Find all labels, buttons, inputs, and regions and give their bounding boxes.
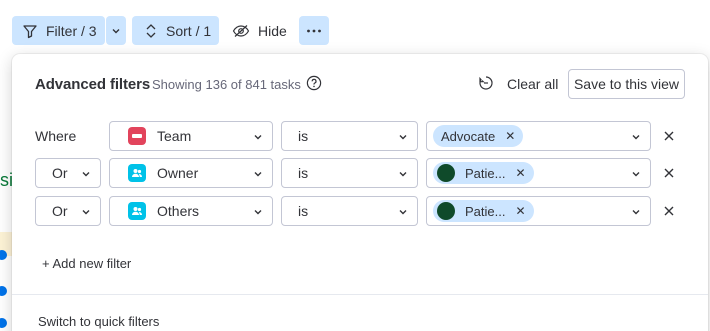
value-chip-label: Advocate <box>441 128 496 144</box>
chevron-down-icon <box>254 135 262 140</box>
task-count-text: Showing 136 of 841 tasks <box>152 77 301 92</box>
condition-select-value: Or <box>52 203 68 219</box>
clear-filter-icon[interactable] <box>478 75 494 91</box>
filter-row: Or Owner is Patie... ✕ <box>12 158 708 188</box>
more-options-button[interactable] <box>299 16 329 45</box>
value-chip-label: Patie... <box>465 165 506 181</box>
people-column-icon <box>128 164 146 182</box>
operator-select-value: is <box>298 203 309 219</box>
value-select[interactable]: Patie... ✕ <box>426 196 651 226</box>
operator-select[interactable]: is <box>281 121 418 151</box>
chevron-down-icon <box>110 25 122 37</box>
column-select-value: Owner <box>157 165 199 181</box>
avatar <box>437 202 455 220</box>
remove-filter-icon[interactable] <box>661 165 677 181</box>
people-column-icon <box>128 202 146 220</box>
help-icon[interactable] <box>306 75 322 91</box>
chevron-down-icon <box>254 210 262 215</box>
chevron-down-icon <box>632 210 640 215</box>
operator-select[interactable]: is <box>281 196 418 226</box>
filter-row: Or Others is Patie... ✕ <box>12 196 708 226</box>
value-chip-label: Patie... <box>465 203 506 219</box>
condition-select[interactable]: Or <box>35 158 101 188</box>
switch-quick-filters-link[interactable]: Switch to quick filters <box>38 314 159 329</box>
column-select[interactable]: Team <box>109 121 273 151</box>
value-chip: Advocate ✕ <box>433 125 524 147</box>
column-select[interactable]: Owner <box>109 158 273 188</box>
remove-filter-icon[interactable] <box>661 128 677 144</box>
chevron-down-icon <box>82 172 90 177</box>
filter-condition-label: Where <box>35 128 77 144</box>
board-toolbar: Filter / 3 Sort / 1 Hide <box>0 0 710 50</box>
column-select-value: Team <box>157 128 192 144</box>
board-background-icon <box>0 248 12 260</box>
remove-value-icon[interactable]: ✕ <box>515 204 525 218</box>
filter-label: Filter / 3 <box>46 22 97 39</box>
clear-all-button[interactable]: Clear all <box>507 76 558 92</box>
value-select[interactable]: Advocate ✕ <box>426 121 651 151</box>
operator-select-value: is <box>298 128 309 144</box>
advanced-filters-panel: Advanced filters Showing 136 of 841 task… <box>12 54 708 331</box>
remove-filter-icon[interactable] <box>661 203 677 219</box>
hide-label: Hide <box>258 22 287 39</box>
sort-icon <box>144 23 158 39</box>
eye-off-icon <box>232 24 250 38</box>
column-select[interactable]: Others <box>109 196 273 226</box>
remove-value-icon[interactable]: ✕ <box>515 166 525 180</box>
condition-select[interactable]: Or <box>35 196 101 226</box>
panel-title: Advanced filters <box>35 76 151 93</box>
add-new-filter-button[interactable]: + Add new filter <box>42 256 131 271</box>
condition-select-value: Or <box>52 165 68 181</box>
divider <box>12 294 708 295</box>
filter-dropdown-button[interactable] <box>106 16 126 45</box>
filter-icon <box>22 23 38 39</box>
operator-select-value: is <box>298 165 309 181</box>
chevron-down-icon <box>399 172 407 177</box>
chevron-down-icon <box>254 172 262 177</box>
sort-button[interactable]: Sort / 1 <box>132 16 219 45</box>
value-chip: Patie... ✕ <box>433 200 534 222</box>
chevron-down-icon <box>632 135 640 140</box>
operator-select[interactable]: is <box>281 158 418 188</box>
chevron-down-icon <box>399 135 407 140</box>
save-to-view-button[interactable]: Save to this view <box>568 69 685 99</box>
value-select[interactable]: Patie... ✕ <box>426 158 651 188</box>
chevron-down-icon <box>632 172 640 177</box>
chevron-down-icon <box>82 210 90 215</box>
column-select-value: Others <box>157 203 200 219</box>
status-column-icon <box>128 127 146 145</box>
board-background-icon <box>0 284 12 296</box>
sort-label: Sort / 1 <box>166 22 212 39</box>
hide-button[interactable]: Hide <box>228 16 288 45</box>
ellipsis-icon <box>306 29 322 33</box>
avatar <box>437 164 455 182</box>
board-background-icon <box>0 316 12 328</box>
chevron-down-icon <box>399 210 407 215</box>
remove-value-icon[interactable]: ✕ <box>505 129 515 143</box>
filter-button[interactable]: Filter / 3 <box>12 16 105 45</box>
filter-row: Where Team is Advocate ✕ <box>12 121 708 151</box>
value-chip: Patie... ✕ <box>433 162 534 184</box>
